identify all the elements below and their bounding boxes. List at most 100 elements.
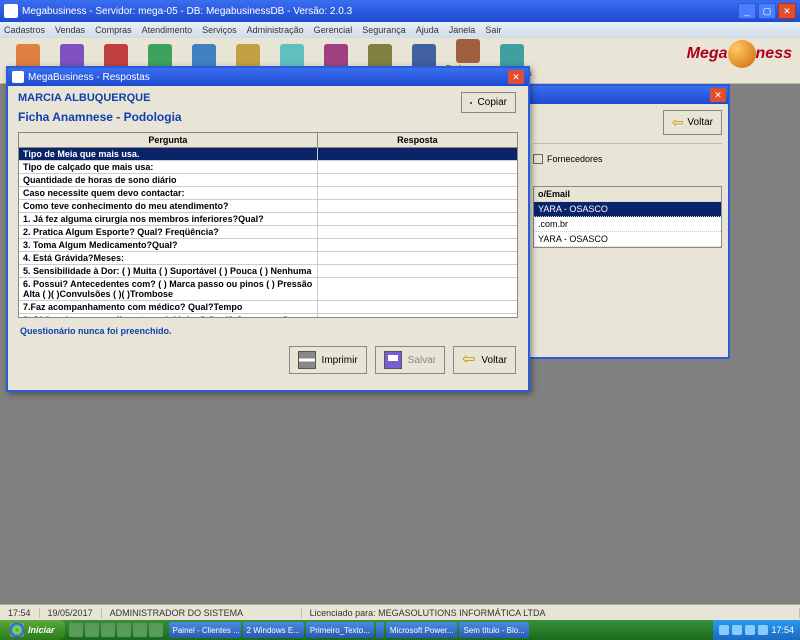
- ql-icon[interactable]: [69, 623, 83, 637]
- tray-icon[interactable]: [732, 625, 742, 635]
- taskbar-task[interactable]: Microsoft Power...: [386, 622, 458, 638]
- answer-cell[interactable]: [318, 239, 517, 251]
- table-row[interactable]: Quantidade de horas de sono diário: [19, 174, 517, 187]
- table-row[interactable]: 1. Já fez alguma cirurgia nos membros in…: [19, 213, 517, 226]
- bg-close-button[interactable]: ✕: [710, 88, 726, 102]
- answer-cell[interactable]: [318, 278, 517, 300]
- menu-cadastros[interactable]: Cadastros: [4, 25, 45, 35]
- answer-cell[interactable]: [318, 213, 517, 225]
- table-row[interactable]: Tipo de Meia que mais usa.: [19, 148, 517, 161]
- answer-cell[interactable]: [318, 161, 517, 173]
- menu-segurança[interactable]: Segurança: [362, 25, 406, 35]
- copy-icon: [470, 102, 472, 104]
- salvar-label: Salvar: [408, 355, 436, 366]
- questions-table[interactable]: Pergunta Resposta Tipo de Meia que mais …: [18, 132, 518, 318]
- question-cell: Tipo de Meia que mais usa.: [19, 148, 318, 160]
- close-button[interactable]: ✕: [778, 3, 796, 19]
- question-cell: 6. Possui? Antecedentes com? ( ) Marca p…: [19, 278, 318, 300]
- bg-voltar-button[interactable]: ⇦ Voltar: [663, 110, 722, 135]
- answer-cell[interactable]: [318, 314, 517, 318]
- table-row[interactable]: 5. Sensibilidade à Dor: ( ) Muita ( ) Su…: [19, 265, 517, 278]
- answer-cell[interactable]: [318, 252, 517, 264]
- statusbar: 17:54 19/05/2017 ADMINISTRADOR DO SISTEM…: [0, 604, 800, 620]
- ql-icon[interactable]: [101, 623, 115, 637]
- question-cell: 1. Já fez alguma cirurgia nos membros in…: [19, 213, 318, 225]
- table-row[interactable]: 4. Está Grávida?Meses:: [19, 252, 517, 265]
- menu-vendas[interactable]: Vendas: [55, 25, 85, 35]
- taskbar-task[interactable]: 2 Windows E...: [243, 622, 304, 638]
- toolbar-icon: [456, 39, 480, 63]
- question-cell: 5. Sensibilidade à Dor: ( ) Muita ( ) Su…: [19, 265, 318, 277]
- menu-serviços[interactable]: Serviços: [202, 25, 237, 35]
- answer-cell[interactable]: [318, 200, 517, 212]
- app-title: Megabusiness - Servidor: mega-05 - DB: M…: [22, 6, 738, 17]
- taskbar-task[interactable]: Primeiro_Texto...: [306, 622, 374, 638]
- workspace: ✕ ⇦ Voltar Fornecedores o/Email YARA - O…: [0, 84, 800, 620]
- menu-compras[interactable]: Compras: [95, 25, 132, 35]
- tray-icon[interactable]: [758, 625, 768, 635]
- menu-janela[interactable]: Janela: [449, 25, 476, 35]
- table-row[interactable]: Tipo de calçado que mais usa:: [19, 161, 517, 174]
- imprimir-label: Imprimir: [322, 355, 358, 366]
- list-item[interactable]: .com.br: [534, 217, 721, 232]
- copiar-button[interactable]: Copiar: [461, 92, 516, 113]
- question-cell: Como teve conhecimento do meu atendiment…: [19, 200, 318, 212]
- table-row[interactable]: 2. Pratica Algum Esporte? Qual? Freqüênc…: [19, 226, 517, 239]
- answer-cell[interactable]: [318, 148, 517, 160]
- tray-icon[interactable]: [719, 625, 729, 635]
- tray-icon[interactable]: [745, 625, 755, 635]
- taskbar-task[interactable]: Painel - Clientes ...: [169, 622, 241, 638]
- table-row[interactable]: Caso necessite quem devo contactar:: [19, 187, 517, 200]
- bg-list[interactable]: o/Email YARA - OSASCO.com.brYARA - OSASC…: [533, 186, 722, 248]
- table-row[interactable]: 3. Toma Algum Medicamento?Qual?: [19, 239, 517, 252]
- taskbar-task[interactable]: [376, 622, 384, 638]
- background-window: ✕ ⇦ Voltar Fornecedores o/Email YARA - O…: [525, 84, 730, 359]
- minimize-button[interactable]: _: [738, 3, 756, 19]
- table-row[interactable]: 6. Possui? Antecedentes com? ( ) Marca p…: [19, 278, 517, 301]
- menu-administração[interactable]: Administração: [247, 25, 304, 35]
- table-row[interactable]: 7.Faz acompanhamento com médico? Qual?Te…: [19, 301, 517, 314]
- ql-icon[interactable]: [85, 623, 99, 637]
- app-logo: Meganess: [687, 40, 792, 68]
- menu-atendimento[interactable]: Atendimento: [142, 25, 193, 35]
- maximize-button[interactable]: ▢: [758, 3, 776, 19]
- tray-clock[interactable]: 17:54: [771, 625, 794, 635]
- list-item[interactable]: YARA - OSASCO: [534, 232, 721, 247]
- warning-note: Questionário nunca foi preenchido.: [20, 326, 516, 336]
- salvar-button[interactable]: Salvar: [375, 346, 445, 374]
- menu-ajuda[interactable]: Ajuda: [416, 25, 439, 35]
- ql-icon[interactable]: [133, 623, 147, 637]
- dialog-close-button[interactable]: ✕: [508, 70, 524, 84]
- status-time: 17:54: [0, 608, 40, 618]
- back-arrow-icon: ⇦: [672, 114, 684, 131]
- table-row[interactable]: 8. Já fez algum procedimento podológico?…: [19, 314, 517, 318]
- dialog-titlebar: MegaBusiness - Respostas ✕: [8, 68, 528, 86]
- respostas-dialog: MegaBusiness - Respostas ✕ MARCIA ALBUQU…: [6, 66, 530, 392]
- col-pergunta: Pergunta: [19, 133, 318, 147]
- system-tray[interactable]: 17:54: [713, 620, 800, 640]
- voltar-label: Voltar: [481, 355, 507, 366]
- ql-icon[interactable]: [149, 623, 163, 637]
- taskbar-task[interactable]: Sem título - Blo...: [459, 622, 528, 638]
- imprimir-button[interactable]: Imprimir: [289, 346, 367, 374]
- answer-cell[interactable]: [318, 187, 517, 199]
- ql-icon[interactable]: [117, 623, 131, 637]
- table-row[interactable]: Como teve conhecimento do meu atendiment…: [19, 200, 517, 213]
- dialog-title: MegaBusiness - Respostas: [28, 72, 508, 83]
- quick-launch: [65, 623, 167, 637]
- toolbar-icon: [280, 44, 304, 68]
- fornecedores-checkbox[interactable]: Fornecedores: [533, 154, 722, 164]
- answer-cell[interactable]: [318, 174, 517, 186]
- voltar-button[interactable]: ⇦ Voltar: [453, 346, 516, 374]
- menu-gerencial[interactable]: Gerencial: [314, 25, 353, 35]
- menu-sair[interactable]: Sair: [485, 25, 501, 35]
- toolbar-icon: [236, 44, 260, 68]
- answer-cell[interactable]: [318, 301, 517, 313]
- start-button[interactable]: Iniciar: [0, 620, 65, 640]
- answer-cell[interactable]: [318, 265, 517, 277]
- toolbar-icon: [16, 44, 40, 68]
- answer-cell[interactable]: [318, 226, 517, 238]
- table-header: Pergunta Resposta: [19, 133, 517, 148]
- print-icon: [298, 351, 316, 369]
- list-item[interactable]: YARA - OSASCO: [534, 202, 721, 217]
